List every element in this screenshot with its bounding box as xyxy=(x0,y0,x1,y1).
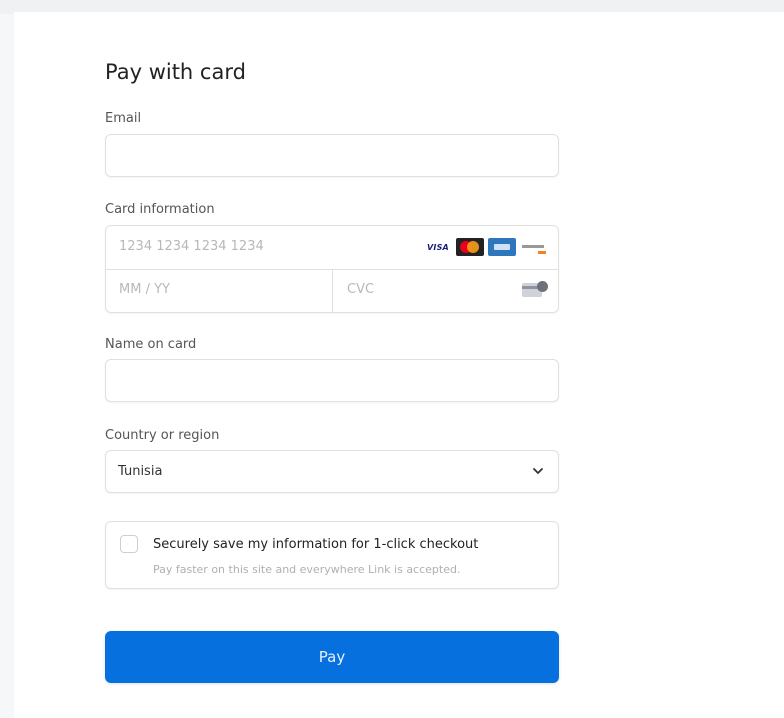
save-info-checkbox[interactable] xyxy=(120,535,138,553)
discover-icon xyxy=(520,238,548,256)
cvc-card-icon xyxy=(522,281,548,299)
card-brand-icons: VISA xyxy=(424,238,548,256)
cvc-placeholder: CVC xyxy=(347,282,375,297)
pay-button[interactable]: Pay xyxy=(105,631,559,683)
name-on-card-label: Name on card xyxy=(105,337,197,352)
email-field[interactable] xyxy=(105,134,559,177)
mastercard-icon xyxy=(456,238,484,256)
card-information-label: Card information xyxy=(105,202,215,217)
country-select[interactable]: Tunisia xyxy=(105,450,559,493)
save-information-box: Securely save my information for 1-click… xyxy=(105,521,559,589)
expiry-placeholder: MM / YY xyxy=(119,282,170,297)
visa-icon: VISA xyxy=(427,242,449,252)
checkout-panel: Pay with card Email Card information 123… xyxy=(14,12,784,718)
card-information-group: 1234 1234 1234 1234 VISA MM / YY CVC xyxy=(105,225,559,313)
chevron-down-icon xyxy=(533,468,543,474)
expiry-field[interactable]: MM / YY xyxy=(106,269,333,312)
amex-icon xyxy=(488,238,516,256)
email-label: Email xyxy=(105,111,142,126)
form-title: Pay with card xyxy=(105,60,246,84)
name-on-card-field[interactable] xyxy=(105,359,559,402)
card-number-field[interactable]: 1234 1234 1234 1234 VISA xyxy=(106,226,558,270)
save-info-subtitle: Pay faster on this site and everywhere L… xyxy=(153,563,461,576)
country-selected-value: Tunisia xyxy=(118,464,163,479)
card-number-placeholder: 1234 1234 1234 1234 xyxy=(119,239,264,254)
cvc-field[interactable]: CVC xyxy=(333,269,558,312)
save-info-title: Securely save my information for 1-click… xyxy=(153,537,479,552)
country-label: Country or region xyxy=(105,428,220,443)
